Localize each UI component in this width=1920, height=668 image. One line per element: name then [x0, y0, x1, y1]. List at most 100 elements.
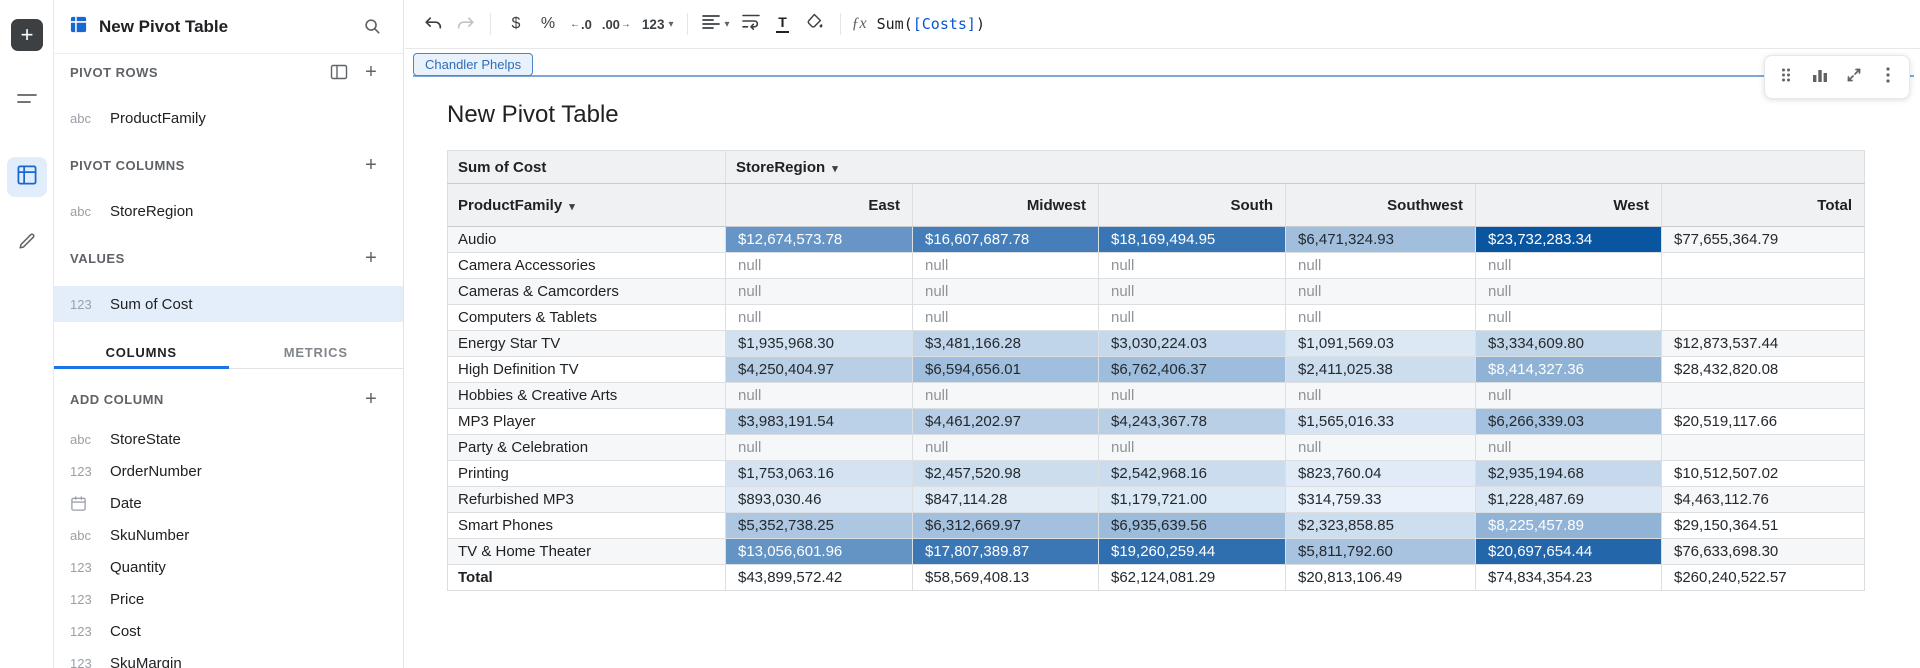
value-cell[interactable]: null: [1475, 304, 1662, 331]
value-cell[interactable]: $6,312,669.97: [912, 512, 1099, 539]
field-sum-of-cost[interactable]: 123 Sum of Cost: [54, 286, 403, 322]
value-cell[interactable]: $2,457,520.98: [912, 460, 1099, 487]
column-cost[interactable]: 123 Cost: [54, 615, 403, 647]
value-cell[interactable]: null: [725, 252, 913, 279]
column-ordernumber[interactable]: 123 OrderNumber: [54, 455, 403, 487]
value-cell[interactable]: $1,179,721.00: [1098, 486, 1286, 513]
value-cell[interactable]: $823,760.04: [1285, 460, 1476, 487]
element-title[interactable]: New Pivot Table: [447, 101, 619, 129]
value-cell[interactable]: null: [1098, 252, 1286, 279]
value-cell[interactable]: null: [912, 382, 1099, 409]
value-cell[interactable]: null: [1285, 304, 1476, 331]
search-icon[interactable]: [359, 14, 385, 40]
value-cell[interactable]: $19,260,259.44: [1098, 538, 1286, 565]
row-total-cell[interactable]: $29,150,364.51: [1661, 512, 1865, 539]
value-cell[interactable]: null: [725, 304, 913, 331]
row-dimension-header[interactable]: ProductFamily ▾: [447, 183, 726, 227]
value-cell[interactable]: null: [725, 382, 913, 409]
column-price[interactable]: 123 Price: [54, 583, 403, 615]
column-total-cell[interactable]: $20,813,106.49: [1285, 564, 1476, 591]
chevron-down-icon[interactable]: ▾: [832, 163, 838, 175]
add-values-button[interactable]: +: [359, 246, 383, 270]
value-cell[interactable]: $3,334,609.80: [1475, 330, 1662, 357]
value-cell[interactable]: $6,762,406.37: [1098, 356, 1286, 383]
value-cell[interactable]: $2,411,025.38: [1285, 356, 1476, 383]
value-cell[interactable]: $1,753,063.16: [725, 460, 913, 487]
more-menu-button[interactable]: [1872, 61, 1904, 93]
value-cell[interactable]: $5,811,792.60: [1285, 538, 1476, 565]
formula-input[interactable]: Sum([Costs]): [877, 15, 985, 33]
decrease-decimal-button[interactable]: ← .0: [565, 9, 596, 39]
pages-menu-button[interactable]: [7, 81, 47, 121]
row-total-cell[interactable]: [1661, 252, 1865, 279]
column-quantity[interactable]: 123 Quantity: [54, 551, 403, 583]
value-cell[interactable]: $314,759.33: [1285, 486, 1476, 513]
column-storestate[interactable]: abc StoreState: [54, 423, 403, 455]
column-total-cell[interactable]: $43,899,572.42: [725, 564, 913, 591]
add-pivot-columns-button[interactable]: +: [359, 153, 383, 177]
value-cell[interactable]: $18,169,494.95: [1098, 226, 1286, 253]
row-total-cell[interactable]: [1661, 278, 1865, 305]
add-pivot-rows-button[interactable]: +: [359, 60, 383, 84]
row-label[interactable]: High Definition TV: [447, 356, 726, 383]
maximize-button[interactable]: [1838, 61, 1870, 93]
column-header-midwest[interactable]: Midwest: [912, 183, 1099, 227]
row-total-cell[interactable]: [1661, 304, 1865, 331]
row-total-cell[interactable]: [1661, 382, 1865, 409]
value-cell[interactable]: $1,091,569.03: [1285, 330, 1476, 357]
value-cell[interactable]: null: [1475, 434, 1662, 461]
value-cell[interactable]: null: [912, 278, 1099, 305]
total-row-label[interactable]: Total: [447, 564, 726, 591]
column-header-total[interactable]: Total: [1661, 183, 1865, 227]
value-cell[interactable]: $1,935,968.30: [725, 330, 913, 357]
value-cell[interactable]: $17,807,389.87: [912, 538, 1099, 565]
row-total-cell[interactable]: $20,519,117.66: [1661, 408, 1865, 435]
column-header-southwest[interactable]: Southwest: [1285, 183, 1476, 227]
column-skumargin[interactable]: 123 SkuMargin: [54, 647, 403, 668]
measure-header[interactable]: Sum of Cost: [447, 150, 726, 184]
value-cell[interactable]: null: [912, 434, 1099, 461]
row-total-cell[interactable]: $4,463,112.76: [1661, 486, 1865, 513]
percent-format-button[interactable]: %: [533, 9, 563, 39]
tab-metrics[interactable]: METRICS: [229, 337, 404, 368]
row-total-cell[interactable]: $12,873,537.44: [1661, 330, 1865, 357]
value-cell[interactable]: null: [1475, 278, 1662, 305]
drag-handle-button[interactable]: [1770, 61, 1802, 93]
undo-button[interactable]: [418, 9, 448, 39]
row-label[interactable]: Energy Star TV: [447, 330, 726, 357]
value-cell[interactable]: $3,983,191.54: [725, 408, 913, 435]
column-header-south[interactable]: South: [1098, 183, 1286, 227]
value-cell[interactable]: $20,697,654.44: [1475, 538, 1662, 565]
value-cell[interactable]: $847,114.28: [912, 486, 1099, 513]
value-cell[interactable]: $6,594,656.01: [912, 356, 1099, 383]
edit-button[interactable]: [7, 223, 47, 263]
element-type-button[interactable]: [1804, 61, 1836, 93]
value-cell[interactable]: null: [1285, 382, 1476, 409]
column-header-west[interactable]: West: [1475, 183, 1662, 227]
value-cell[interactable]: $3,030,224.03: [1098, 330, 1286, 357]
row-label[interactable]: Hobbies & Creative Arts: [447, 382, 726, 409]
column-total-cell[interactable]: $58,569,408.13: [912, 564, 1099, 591]
value-cell[interactable]: null: [1285, 252, 1476, 279]
value-cell[interactable]: $5,352,738.25: [725, 512, 913, 539]
row-label[interactable]: Party & Celebration: [447, 434, 726, 461]
row-label[interactable]: Camera Accessories: [447, 252, 726, 279]
value-cell[interactable]: null: [912, 252, 1099, 279]
fill-color-button[interactable]: [800, 9, 830, 39]
value-cell[interactable]: $23,732,283.34: [1475, 226, 1662, 253]
grand-total-cell[interactable]: $260,240,522.57: [1661, 564, 1865, 591]
column-dimension-header[interactable]: StoreRegion ▾: [725, 150, 1865, 184]
value-cell[interactable]: $8,414,327.36: [1475, 356, 1662, 383]
row-total-cell[interactable]: $28,432,820.08: [1661, 356, 1865, 383]
value-cell[interactable]: $4,243,367.78: [1098, 408, 1286, 435]
tab-columns[interactable]: COLUMNS: [54, 337, 229, 369]
currency-format-button[interactable]: $: [501, 9, 531, 39]
value-cell[interactable]: $2,323,858.85: [1285, 512, 1476, 539]
value-cell[interactable]: $12,674,573.78: [725, 226, 913, 253]
value-cell[interactable]: $3,481,166.28: [912, 330, 1099, 357]
value-cell[interactable]: null: [912, 304, 1099, 331]
value-cell[interactable]: null: [1475, 252, 1662, 279]
value-cell[interactable]: $2,935,194.68: [1475, 460, 1662, 487]
value-cell[interactable]: null: [1285, 278, 1476, 305]
value-cell[interactable]: $6,471,324.93: [1285, 226, 1476, 253]
